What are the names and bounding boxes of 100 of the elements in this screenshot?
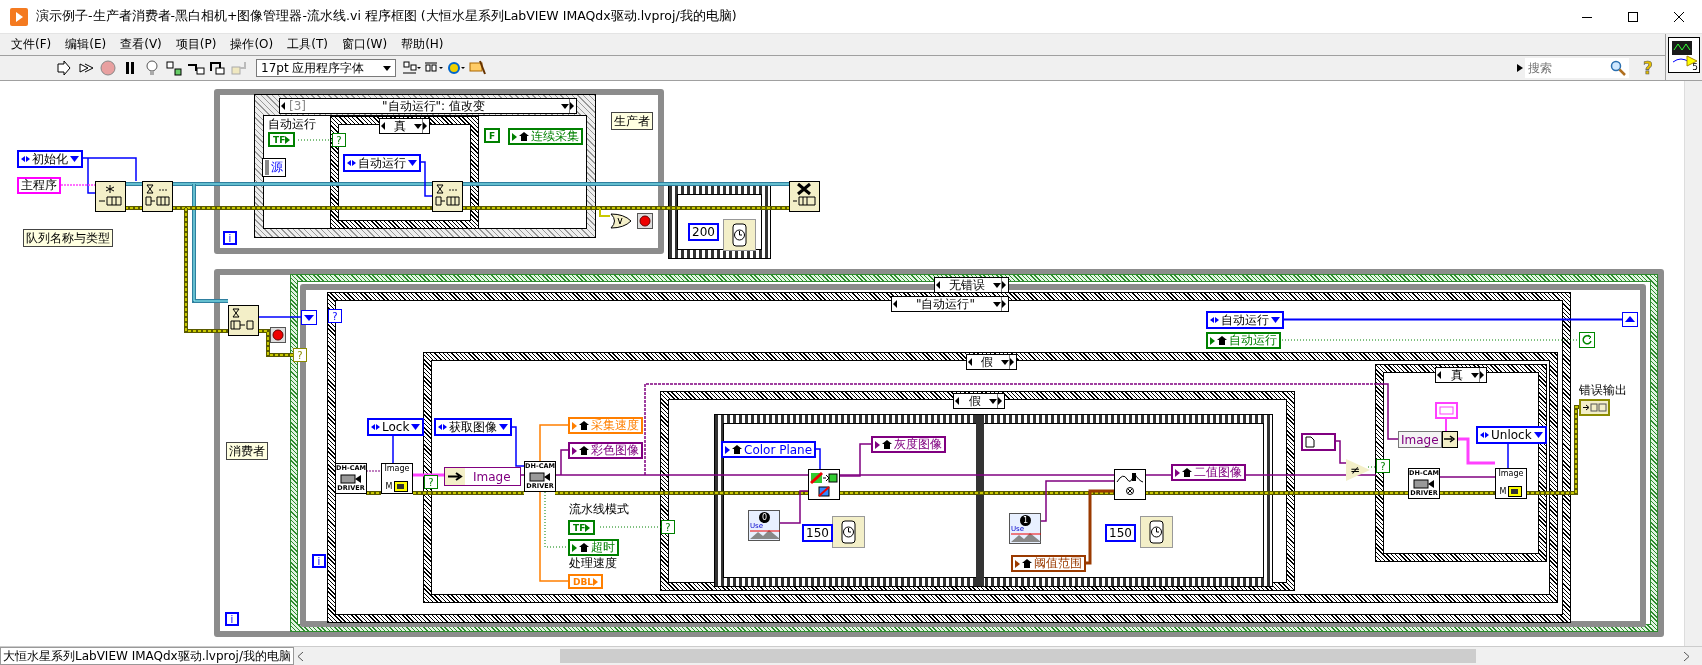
queue-node-icon [228,305,259,336]
case-selector[interactable]: 假 [953,393,1005,409]
caret-icon[interactable] [1471,372,1479,378]
menu-item[interactable]: 编辑(E) [58,36,114,53]
caret-icon[interactable] [561,103,569,109]
image-manager-node[interactable]: Image M [381,463,413,494]
enum-constant[interactable]: 自动运行 [1206,311,1284,329]
expand-arrow-icon[interactable] [1517,64,1523,72]
menu-item[interactable]: 操作(O) [223,36,281,53]
font-dropdown[interactable]: 17pt 应用程序字体 [256,59,396,77]
caret-icon[interactable] [411,424,421,430]
selector-terminal[interactable]: ? [332,133,346,147]
enum-constant[interactable]: Lock [367,418,425,436]
local-variable[interactable]: 超时 [568,539,619,556]
wire [297,139,333,141]
caret-icon[interactable] [383,65,391,71]
enum-arrows-icon[interactable] [21,155,30,163]
caret-icon[interactable] [414,123,422,129]
local-variable[interactable]: 灰度图像 [871,436,946,453]
enum-arrows-icon[interactable] [1210,316,1219,324]
local-variable[interactable]: 二值图像 [1171,464,1246,481]
event-data-node[interactable]: 源 [262,158,286,177]
menu-item[interactable]: 帮助(H) [394,36,451,53]
not-equal-node[interactable]: ≠ [1346,459,1370,481]
numeric-constant[interactable]: 200 [688,223,719,241]
house-icon [1022,559,1032,568]
enum-arrows-icon[interactable] [438,423,447,431]
case-selector[interactable]: 无错误 [934,277,1009,293]
enum-constant[interactable]: 获取图像 [434,418,512,436]
wire [599,207,611,217]
terminal-label: 处理速度 [569,555,617,571]
case-selector[interactable]: 真 [1435,367,1487,383]
numeric-constant[interactable]: 150 [1105,524,1136,542]
menu-item[interactable]: 项目(P) [168,36,224,53]
control-terminal[interactable]: TF [268,132,296,147]
arrow-icon [1210,336,1215,345]
selector-terminal[interactable]: ? [661,520,675,534]
enum-arrows-icon[interactable] [371,423,380,431]
house-icon [732,445,742,454]
scrollbar-track[interactable] [1684,81,1702,646]
menu-item[interactable]: 查看(V) [113,36,169,53]
align-icon[interactable] [402,59,422,77]
local-variable[interactable]: 阈值范围 [1011,555,1086,572]
caret-icon[interactable] [1001,359,1009,365]
search-icon[interactable] [1607,58,1629,78]
enum-constant[interactable]: Unlock [1476,426,1547,444]
caret-icon[interactable] [499,424,508,430]
control-terminal[interactable]: TF [568,520,596,535]
reorder-icon[interactable] [446,59,466,77]
local-variable[interactable]: 连续采集 [508,128,583,145]
scroll-right-icon[interactable] [1684,651,1690,661]
scroll-left-icon[interactable] [298,651,304,661]
iteration-terminal[interactable]: i [223,231,237,245]
iteration-terminal[interactable]: i [312,554,326,568]
caret-icon[interactable] [70,156,79,162]
house-icon [579,543,589,552]
image-indicator[interactable]: Image [444,467,521,486]
caret-icon[interactable] [1533,432,1543,438]
free-label: 消费者 [226,442,268,460]
caret-icon[interactable] [1271,317,1280,323]
cleanup-icon[interactable] [468,59,488,77]
caret-icon[interactable] [989,398,997,404]
shift-register-icon [1622,312,1638,327]
case-selector[interactable]: 假 [966,354,1017,370]
wire [1458,437,1495,465]
scrollbar-thumb[interactable] [560,649,1476,663]
enum-constant[interactable]: 自动运行 [343,154,421,172]
menu-item[interactable]: 工具(T) [280,36,335,53]
numeric-constant[interactable]: 150 [802,524,833,542]
close-icon[interactable] [1673,10,1685,23]
probe-icon[interactable] [164,59,184,77]
iteration-terminal[interactable]: i [225,612,239,626]
enum-arrows-icon[interactable] [1480,431,1489,439]
selector-terminal[interactable]: ? [328,309,342,323]
selector-terminal[interactable]: ? [424,475,438,489]
case-selector[interactable]: 真 [379,118,430,134]
wire [258,316,302,318]
selector-terminal[interactable]: ? [1376,459,1390,473]
local-variable[interactable]: 彩色图像 [568,442,643,459]
step-over-icon[interactable] [208,59,228,77]
caret-icon[interactable] [993,301,1001,307]
boolean-constant[interactable]: F [484,128,501,143]
case-selector[interactable]: "自动运行" [891,296,1009,312]
string-constant[interactable]: 主程序 [17,177,61,194]
local-variable[interactable]: 自动运行 [1206,332,1281,349]
caret-icon[interactable] [993,282,1001,288]
wire [778,490,809,524]
enum-constant[interactable]: 初始化 [17,150,83,168]
maximize-icon[interactable] [1627,10,1639,23]
search-field[interactable]: 搜索 [1525,58,1607,78]
caret-icon[interactable] [408,160,417,166]
vi-icon[interactable]: 5 [1668,37,1700,73]
unbundle-element[interactable]: Image [1398,431,1442,448]
image-manager-node[interactable]: Image M [1495,468,1527,499]
event-selector[interactable]: [3] "自动运行": 值改变 [279,98,577,114]
menu-item[interactable]: 文件(F) [4,36,59,53]
menu-item[interactable]: 窗口(W) [334,36,395,53]
enum-arrows-icon[interactable] [347,159,356,167]
selector-terminal[interactable]: ? [293,348,307,362]
local-variable[interactable]: Color Plane [721,441,817,458]
